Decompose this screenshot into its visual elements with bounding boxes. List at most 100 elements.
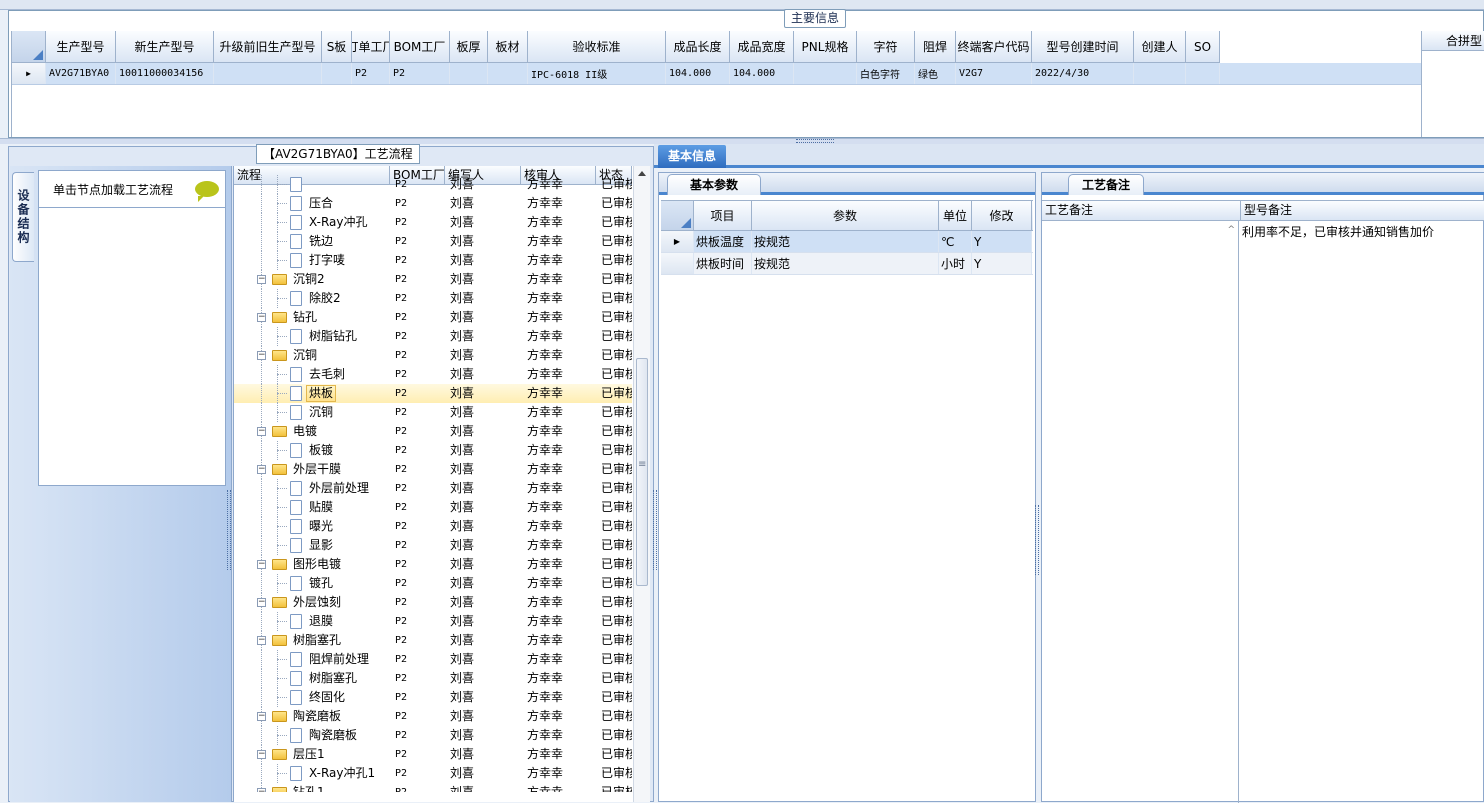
tree-node[interactable]: 树脂钻孔 bbox=[234, 327, 390, 346]
cell[interactable]: 绿色 bbox=[915, 63, 956, 84]
bom-cell[interactable]: P2 bbox=[390, 707, 445, 726]
writer-cell[interactable]: 刘喜 bbox=[445, 783, 521, 792]
tree-node[interactable]: 退膜 bbox=[234, 612, 390, 631]
reviewer-cell[interactable]: 方幸幸 bbox=[521, 441, 596, 460]
col-header[interactable]: 升级前旧生产型号 bbox=[214, 31, 322, 62]
param-cell[interactable]: ℃ bbox=[939, 231, 972, 252]
bom-cell[interactable]: P2 bbox=[390, 536, 445, 555]
bom-cell[interactable]: P2 bbox=[390, 669, 445, 688]
tree-node[interactable] bbox=[234, 175, 390, 194]
status-cell[interactable]: 已审核 bbox=[596, 460, 632, 479]
cell[interactable]: 10011000034156 bbox=[116, 63, 214, 84]
status-cell[interactable]: 已审核 bbox=[596, 365, 632, 384]
writer-cell[interactable]: 刘喜 bbox=[445, 707, 521, 726]
param-cell[interactable]: 按规范 bbox=[752, 253, 939, 274]
writer-cell[interactable]: 刘喜 bbox=[445, 498, 521, 517]
cell[interactable] bbox=[322, 63, 352, 84]
writer-cell[interactable]: 刘喜 bbox=[445, 517, 521, 536]
cell[interactable]: 104.000 bbox=[730, 63, 794, 84]
bom-cell[interactable]: P2 bbox=[390, 517, 445, 536]
status-cell[interactable]: 已审核 bbox=[596, 764, 632, 783]
reviewer-cell[interactable]: 方幸幸 bbox=[521, 631, 596, 650]
writer-cell[interactable]: 刘喜 bbox=[445, 289, 521, 308]
col-header[interactable]: BOM工厂 bbox=[390, 31, 450, 62]
status-cell[interactable]: 已审核 bbox=[596, 232, 632, 251]
status-cell[interactable]: 已审核 bbox=[596, 688, 632, 707]
col-header[interactable]: 生产型号 bbox=[46, 31, 116, 62]
status-cell[interactable]: 已审核 bbox=[596, 650, 632, 669]
tree-node[interactable]: 烘板 bbox=[234, 384, 390, 403]
tree-node[interactable]: 曝光 bbox=[234, 517, 390, 536]
status-cell[interactable]: 已审核 bbox=[596, 346, 632, 365]
tree-node[interactable]: − 层压1 bbox=[234, 745, 390, 764]
param-cell[interactable]: 烘板温度 bbox=[694, 231, 752, 252]
writer-cell[interactable]: 刘喜 bbox=[445, 441, 521, 460]
tree-row[interactable]: 打字唛 P2 刘喜 方幸幸 已审核 bbox=[234, 251, 632, 270]
left-splitter[interactable] bbox=[227, 490, 231, 570]
col-header[interactable]: 订单工厂 bbox=[352, 31, 390, 62]
bom-cell[interactable]: P2 bbox=[390, 365, 445, 384]
tree-row[interactable]: 阻焊前处理 P2 刘喜 方幸幸 已审核 bbox=[234, 650, 632, 669]
tree-row[interactable]: 退膜 P2 刘喜 方幸幸 已审核 bbox=[234, 612, 632, 631]
writer-cell[interactable]: 刘喜 bbox=[445, 555, 521, 574]
col-header[interactable]: S板 bbox=[322, 31, 352, 62]
tree-node[interactable]: − 钻孔 bbox=[234, 308, 390, 327]
col-header[interactable]: 板材 bbox=[488, 31, 528, 62]
writer-cell[interactable]: 刘喜 bbox=[445, 213, 521, 232]
node-list[interactable] bbox=[38, 208, 226, 486]
col-header[interactable]: 阻焊 bbox=[915, 31, 956, 62]
cell[interactable]: IPC-6018 II级 bbox=[528, 63, 666, 84]
tree-node[interactable]: − 树脂塞孔 bbox=[234, 631, 390, 650]
status-cell[interactable]: 已审核 bbox=[596, 441, 632, 460]
status-cell[interactable]: 已审核 bbox=[596, 707, 632, 726]
tree-node[interactable]: 陶瓷磨板 bbox=[234, 726, 390, 745]
tree-row[interactable]: 贴膜 P2 刘喜 方幸幸 已审核 bbox=[234, 498, 632, 517]
cell[interactable]: AV2G71BYA0 bbox=[46, 63, 116, 84]
tree-scrollbar[interactable] bbox=[633, 166, 650, 802]
cell[interactable] bbox=[214, 63, 322, 84]
status-cell[interactable]: 已审核 bbox=[596, 669, 632, 688]
tree-node[interactable]: 沉铜 bbox=[234, 403, 390, 422]
bom-cell[interactable]: P2 bbox=[390, 631, 445, 650]
tab-process-notes[interactable]: 工艺备注 bbox=[1068, 174, 1144, 195]
collapse-icon[interactable]: − bbox=[257, 313, 266, 322]
bom-cell[interactable]: P2 bbox=[390, 688, 445, 707]
reviewer-cell[interactable]: 方幸幸 bbox=[521, 650, 596, 669]
bom-cell[interactable]: P2 bbox=[390, 441, 445, 460]
cell[interactable]: P2 bbox=[390, 63, 450, 84]
splitter-grip[interactable] bbox=[796, 139, 834, 143]
writer-cell[interactable]: 刘喜 bbox=[445, 251, 521, 270]
reviewer-cell[interactable]: 方幸幸 bbox=[521, 669, 596, 688]
tree-row[interactable]: 外层前处理 P2 刘喜 方幸幸 已审核 bbox=[234, 479, 632, 498]
tree-row[interactable]: X-Ray冲孔 P2 刘喜 方幸幸 已审核 bbox=[234, 213, 632, 232]
status-cell[interactable]: 已审核 bbox=[596, 270, 632, 289]
tree-node[interactable]: 铣边 bbox=[234, 232, 390, 251]
merge-header[interactable]: 合拼型 bbox=[1422, 31, 1484, 51]
collapse-icon[interactable]: − bbox=[257, 427, 266, 436]
param-cell[interactable]: 烘板时间 bbox=[694, 253, 752, 274]
bom-cell[interactable]: P2 bbox=[390, 555, 445, 574]
reviewer-cell[interactable]: 方幸幸 bbox=[521, 403, 596, 422]
tree-row[interactable]: − 沉铜 P2 刘喜 方幸幸 已审核 bbox=[234, 346, 632, 365]
tree-row[interactable]: 压合 P2 刘喜 方幸幸 已审核 bbox=[234, 194, 632, 213]
param-row[interactable]: 烘板时间 按规范 小时 Y bbox=[661, 253, 1033, 275]
writer-cell[interactable]: 刘喜 bbox=[445, 460, 521, 479]
reviewer-cell[interactable]: 方幸幸 bbox=[521, 783, 596, 792]
grid-corner[interactable] bbox=[12, 31, 46, 62]
tree-row[interactable]: − 陶瓷磨板 P2 刘喜 方幸幸 已审核 bbox=[234, 707, 632, 726]
param-row[interactable]: ▶ 烘板温度 按规范 ℃ Y bbox=[661, 231, 1033, 253]
writer-cell[interactable]: 刘喜 bbox=[445, 232, 521, 251]
status-cell[interactable]: 已审核 bbox=[596, 726, 632, 745]
tree-row[interactable]: 除胶2 P2 刘喜 方幸幸 已审核 bbox=[234, 289, 632, 308]
reviewer-cell[interactable]: 方幸幸 bbox=[521, 460, 596, 479]
cell[interactable]: P2 bbox=[352, 63, 390, 84]
writer-cell[interactable]: 刘喜 bbox=[445, 764, 521, 783]
writer-cell[interactable]: 刘喜 bbox=[445, 308, 521, 327]
cell[interactable] bbox=[488, 63, 528, 84]
tree-node[interactable]: 显影 bbox=[234, 536, 390, 555]
writer-cell[interactable]: 刘喜 bbox=[445, 650, 521, 669]
bom-cell[interactable]: P2 bbox=[390, 251, 445, 270]
cell[interactable]: 白色字符 bbox=[857, 63, 915, 84]
status-cell[interactable]: 已审核 bbox=[596, 631, 632, 650]
tree-node[interactable]: − 外层干膜 bbox=[234, 460, 390, 479]
